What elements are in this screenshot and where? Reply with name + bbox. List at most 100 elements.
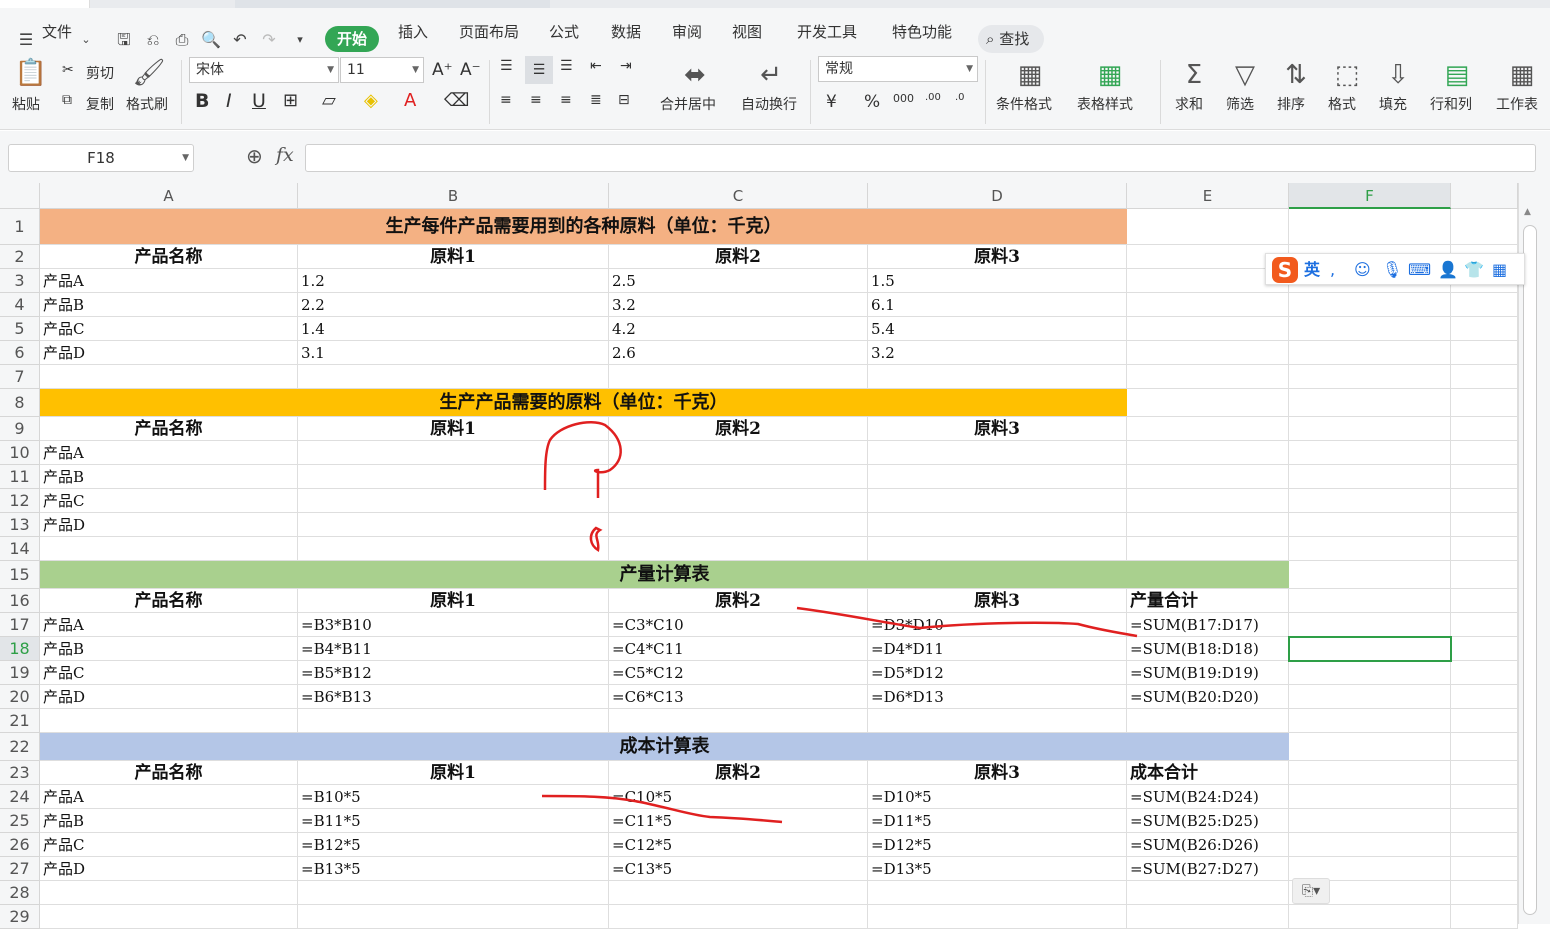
data-cell[interactable]: =SUM(B20:D20) [1127,685,1289,709]
format-button[interactable]: 格式 [1328,94,1356,114]
thousands-icon[interactable]: 000 [893,92,914,105]
data-cell[interactable]: 产品A [40,269,298,293]
cell[interactable] [1289,465,1451,489]
cell[interactable] [1127,317,1289,341]
scroll-up-icon[interactable]: ▲ [1524,207,1531,217]
cell[interactable] [609,465,868,489]
data-cell[interactable]: 产品D [40,685,298,709]
cell[interactable] [1127,513,1289,537]
rows-cols-icon[interactable]: ▤ [1440,58,1474,92]
cell[interactable] [1127,441,1289,465]
header-cell[interactable]: 原料3 [868,245,1127,269]
table3-title[interactable]: 产量计算表 [40,561,1289,589]
data-cell[interactable]: =SUM(B17:D17) [1127,613,1289,637]
data-cell[interactable]: 产品B [40,809,298,833]
cell[interactable] [1451,317,1518,341]
data-cell[interactable]: =D3*D10 [868,613,1127,637]
row-header-9[interactable]: 9 [0,417,40,441]
row-header-18[interactable]: 18 [0,637,40,661]
cell[interactable] [1289,833,1451,857]
header-cell[interactable]: 产品名称 [40,589,298,613]
align-right-icon[interactable]: ≡ [560,92,572,108]
skin-icon[interactable]: 👕 [1464,259,1484,281]
cell[interactable] [298,365,609,389]
data-cell[interactable]: 3.2 [609,293,868,317]
ime-mode[interactable]: 英 [1304,259,1320,281]
data-cell[interactable]: =B3*B10 [298,613,609,637]
header-cell[interactable]: 原料2 [609,417,868,441]
data-cell[interactable]: =C10*5 [609,785,868,809]
font-color-icon[interactable]: A [404,90,416,111]
font-size-select[interactable]: 11 ▼ [340,57,424,83]
tab-start[interactable]: 开始 [325,26,379,52]
cell[interactable] [1451,561,1518,589]
percent-icon[interactable]: % [864,92,880,112]
data-cell[interactable]: 产品A [40,613,298,637]
justify-icon[interactable]: ≣ [590,92,602,108]
data-cell[interactable]: =SUM(B19:D19) [1127,661,1289,685]
row-header-1[interactable]: 1 [0,209,40,245]
file-menu[interactable]: 文件 [42,20,72,44]
data-cell[interactable]: =B4*B11 [298,637,609,661]
fill-style-icon[interactable]: ▱ [322,90,336,111]
increase-font-icon[interactable]: A⁺ [432,60,453,80]
document-tab[interactable] [0,0,90,8]
cell[interactable] [298,709,609,733]
row-header-15[interactable]: 15 [0,561,40,589]
data-cell[interactable]: 产品C [40,489,298,513]
paste-icon[interactable]: 📋 [14,56,48,90]
header-cell[interactable]: 原料3 [868,589,1127,613]
data-cell[interactable]: =D12*5 [868,833,1127,857]
cell[interactable] [40,709,298,733]
row-header-19[interactable]: 19 [0,661,40,685]
header-cell[interactable]: 原料2 [609,761,868,785]
filter-button[interactable]: 筛选 [1226,94,1254,114]
cell[interactable] [1289,341,1451,365]
row-header-12[interactable]: 12 [0,489,40,513]
data-cell[interactable]: 1.4 [298,317,609,341]
cell[interactable] [1451,365,1518,389]
cell[interactable] [609,905,868,929]
keyboard-icon[interactable]: ⌨ [1408,259,1431,281]
redo-icon[interactable]: ↷ [259,30,279,50]
cell[interactable] [1289,489,1451,513]
cell[interactable] [1451,341,1518,365]
print-preview-icon[interactable]: 🔍 [201,30,221,50]
data-cell[interactable]: =SUM(B24:D24) [1127,785,1289,809]
row-header-27[interactable]: 27 [0,857,40,881]
cell[interactable] [1289,905,1451,929]
cell[interactable] [1127,293,1289,317]
data-cell[interactable]: =C3*C10 [609,613,868,637]
data-cell[interactable]: 4.2 [609,317,868,341]
decrease-indent-icon[interactable]: ⇤ [590,58,602,74]
row-header-26[interactable]: 26 [0,833,40,857]
grid-icon[interactable]: ▦ [1492,259,1507,281]
cell[interactable] [298,905,609,929]
align-center-icon[interactable]: ≡ [530,92,542,108]
fx-icon[interactable]: fx [276,144,294,166]
cell[interactable] [298,881,609,905]
tab-view[interactable]: 视图 [732,20,762,44]
cell[interactable] [868,441,1127,465]
data-cell[interactable]: =SUM(B26:D26) [1127,833,1289,857]
column-header-b[interactable]: B [298,183,609,209]
data-cell[interactable]: =SUM(B18:D18) [1127,637,1289,661]
data-cell[interactable]: 产品D [40,341,298,365]
cell[interactable] [1289,733,1451,761]
fill-button[interactable]: 填充 [1379,94,1407,114]
cell[interactable] [1289,613,1451,637]
data-cell[interactable]: 5.4 [868,317,1127,341]
data-cell[interactable]: =D13*5 [868,857,1127,881]
data-cell[interactable]: 6.1 [868,293,1127,317]
data-cell[interactable]: =SUM(B25:D25) [1127,809,1289,833]
sort-icon[interactable]: ⇅ [1279,58,1313,92]
row-header-5[interactable]: 5 [0,317,40,341]
data-cell[interactable]: 3.1 [298,341,609,365]
sort-button[interactable]: 排序 [1277,94,1305,114]
row-header-20[interactable]: 20 [0,685,40,709]
header-cell[interactable]: 产量合计 [1127,589,1289,613]
cell[interactable] [1289,441,1451,465]
distributed-icon[interactable]: ⊟ [618,92,630,108]
table2-title[interactable]: 生产产品需要的原料（单位：千克） [40,389,1127,417]
header-cell[interactable]: 原料1 [298,761,609,785]
